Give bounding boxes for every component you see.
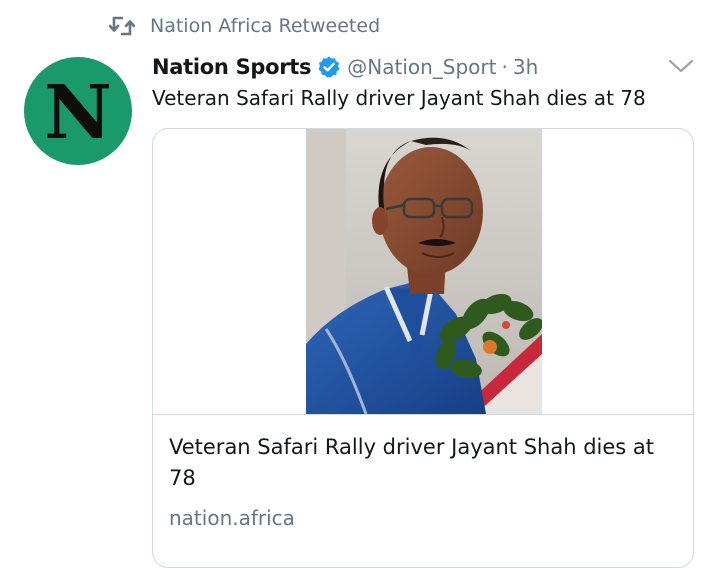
separator-dot: · [501, 55, 508, 79]
retweet-context[interactable]: Nation Africa Retweeted [108, 12, 380, 40]
chevron-down-icon[interactable] [668, 56, 694, 76]
card-domain[interactable]: nation.africa [169, 506, 295, 530]
avatar-letter: N [44, 70, 112, 156]
card-title[interactable]: Veteran Safari Rally driver Jayant Shah … [169, 432, 674, 494]
tweet-text: Veteran Safari Rally driver Jayant Shah … [152, 86, 646, 110]
author-name[interactable]: Nation Sports [152, 55, 312, 79]
retweet-icon [108, 12, 136, 40]
verified-badge-icon [317, 55, 341, 79]
tweet-timestamp[interactable]: 3h [513, 55, 538, 79]
link-card[interactable]: Veteran Safari Rally driver Jayant Shah … [152, 128, 694, 568]
tweet-header: Nation Sports @Nation_Sport · 3h [152, 50, 538, 84]
card-image-area[interactable] [153, 129, 693, 415]
retweeted-by-label[interactable]: Nation Africa Retweeted [150, 15, 380, 37]
author-handle[interactable]: @Nation_Sport [347, 55, 496, 79]
portrait-photo [306, 129, 542, 414]
avatar[interactable]: N [24, 57, 132, 165]
